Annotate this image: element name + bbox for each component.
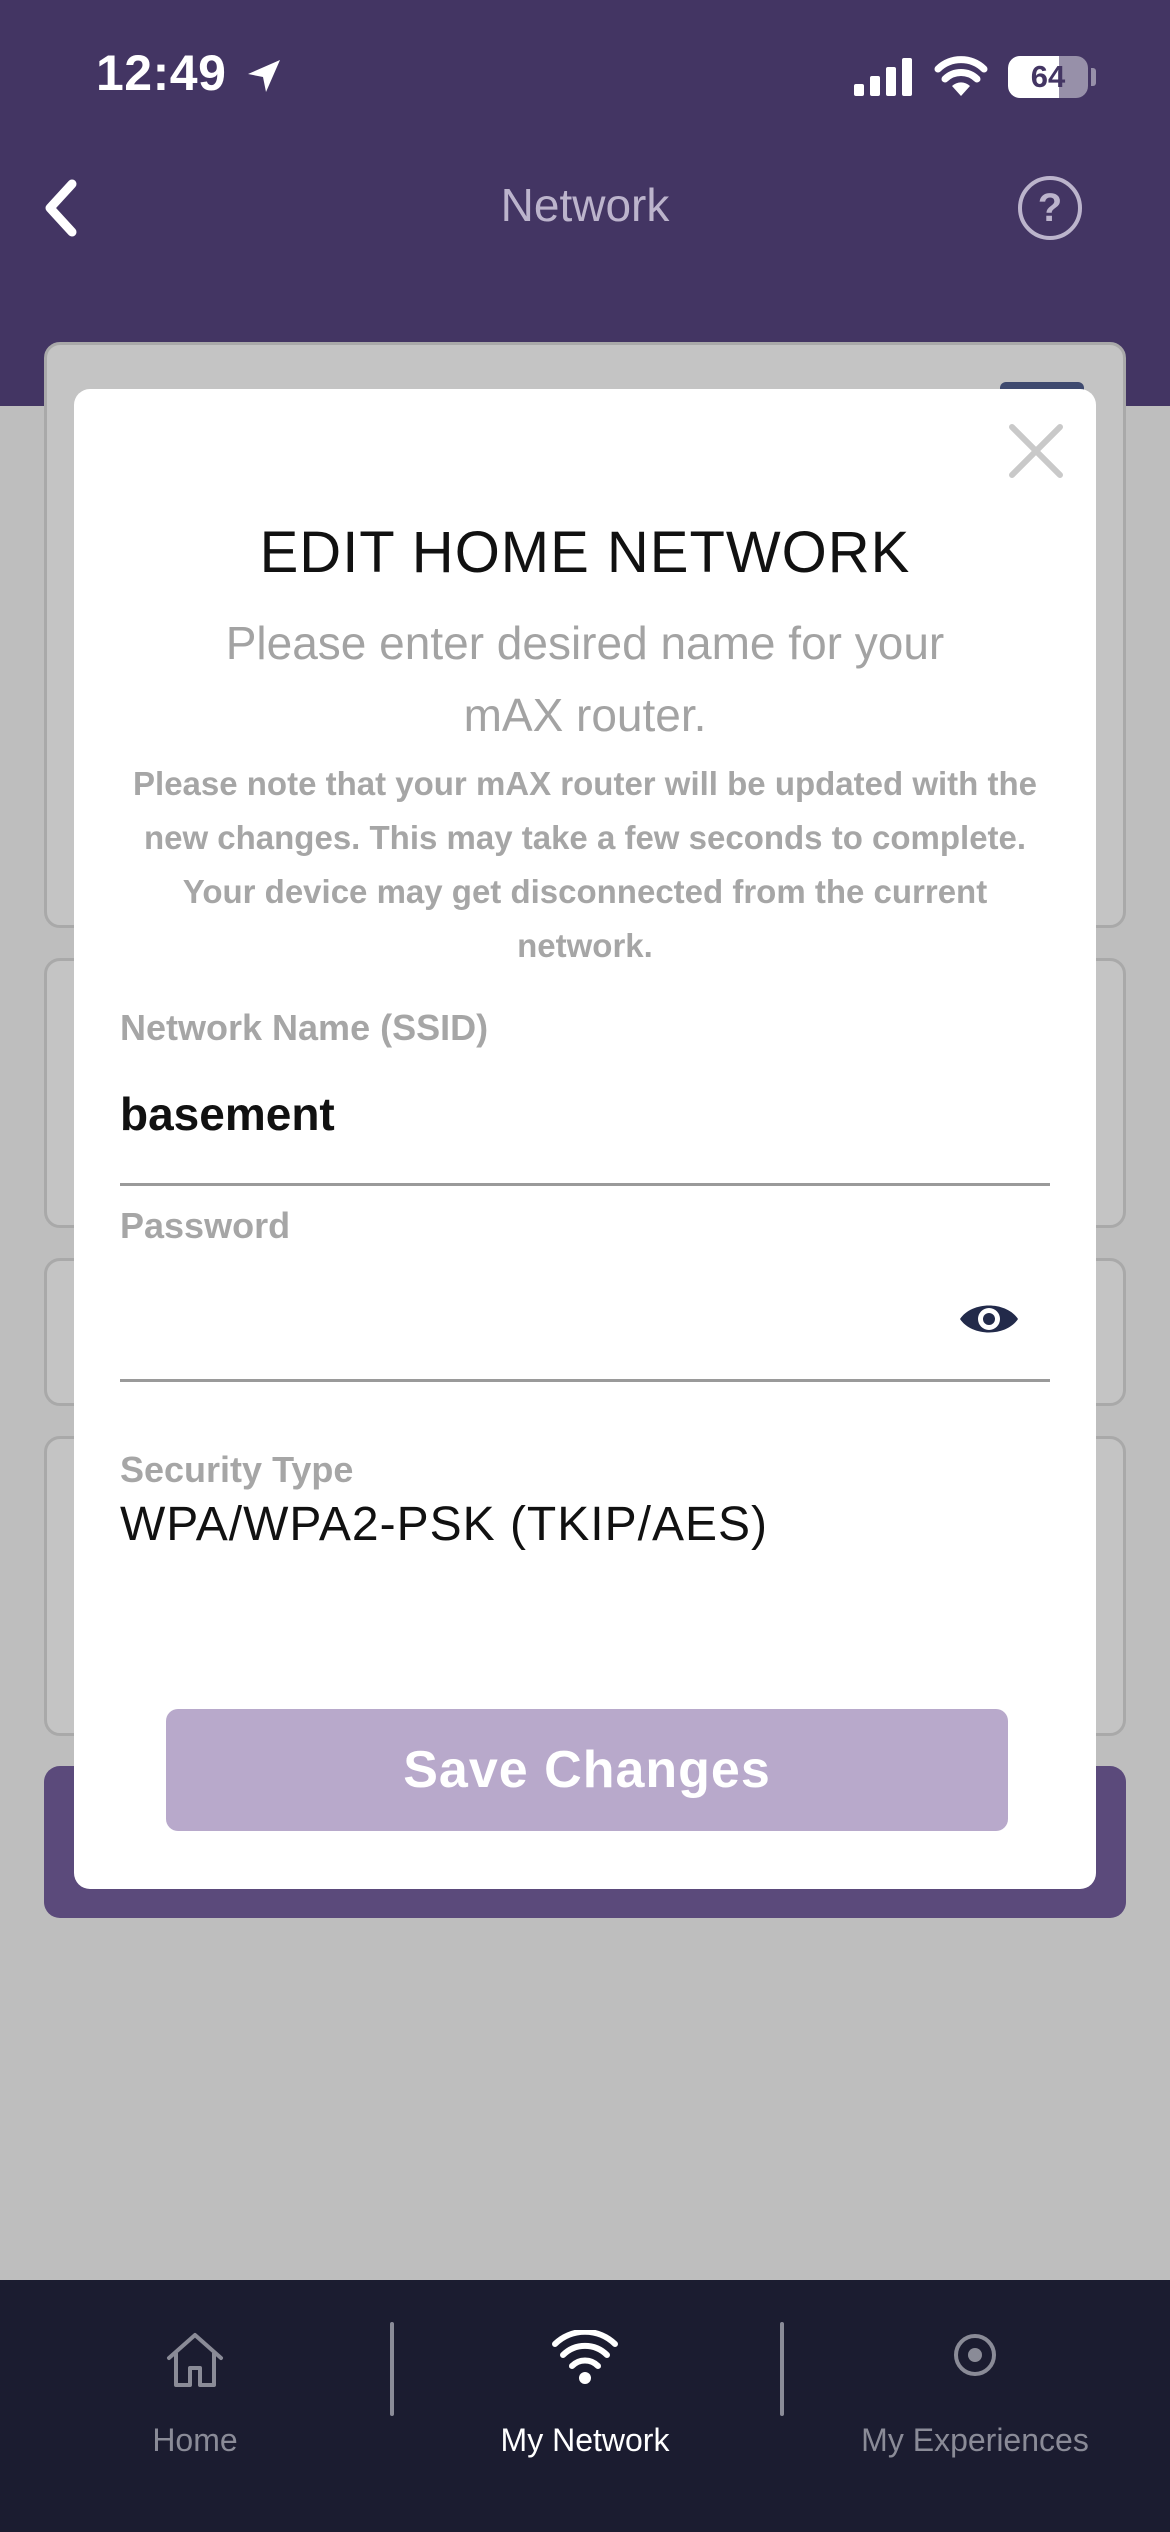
save-changes-button[interactable]: Save Changes	[166, 1709, 1008, 1831]
tab-my-experiences-label: My Experiences	[861, 2422, 1089, 2458]
ssid-input[interactable]: basement	[120, 1087, 335, 1141]
wifi-icon	[934, 56, 988, 96]
battery-icon: 64	[1008, 56, 1088, 98]
tab-home[interactable]: Home	[0, 2310, 390, 2480]
tab-my-experiences[interactable]: My Experiences	[780, 2310, 1170, 2480]
password-underline	[120, 1379, 1050, 1382]
ssid-underline	[120, 1183, 1050, 1186]
page-title: Network	[500, 179, 670, 231]
tab-my-network-label: My Network	[500, 2422, 670, 2458]
home-icon	[167, 2333, 223, 2387]
tab-separator	[780, 2322, 784, 2416]
bottom-tab-bar: Home My Network My Experiences	[0, 2280, 1170, 2532]
edit-network-modal: EDIT HOME NETWORK Please enter desired n…	[74, 389, 1096, 1889]
tab-my-network[interactable]: My Network	[390, 2310, 780, 2480]
tab-separator	[390, 2322, 394, 2416]
wifi-icon	[552, 2330, 618, 2384]
target-icon	[954, 2334, 996, 2376]
eye-icon[interactable]	[958, 1297, 1020, 1341]
modal-subtitle: Please enter desired name for your mAX r…	[225, 617, 945, 741]
security-type-label: Security Type	[120, 1449, 354, 1490]
modal-title: EDIT HOME NETWORK	[259, 520, 911, 585]
ssid-label: Network Name (SSID)	[120, 1007, 489, 1048]
help-button[interactable]: ?	[1018, 176, 1082, 240]
modal-note: Please note that your mAX router will be…	[133, 765, 1037, 964]
close-icon[interactable]	[1004, 419, 1068, 483]
tab-home-label: Home	[152, 2422, 238, 2458]
status-time: 12:49	[96, 45, 227, 101]
location-arrow-icon	[248, 60, 280, 92]
battery-nub	[1091, 68, 1096, 86]
password-label: Password	[120, 1205, 291, 1246]
security-type-value[interactable]: WPA/WPA2-PSK (TKIP/AES)	[120, 1497, 768, 1552]
cellular-signal-icon	[854, 58, 912, 96]
password-input[interactable]	[120, 1269, 960, 1369]
battery-percent: 64	[1030, 59, 1066, 94]
